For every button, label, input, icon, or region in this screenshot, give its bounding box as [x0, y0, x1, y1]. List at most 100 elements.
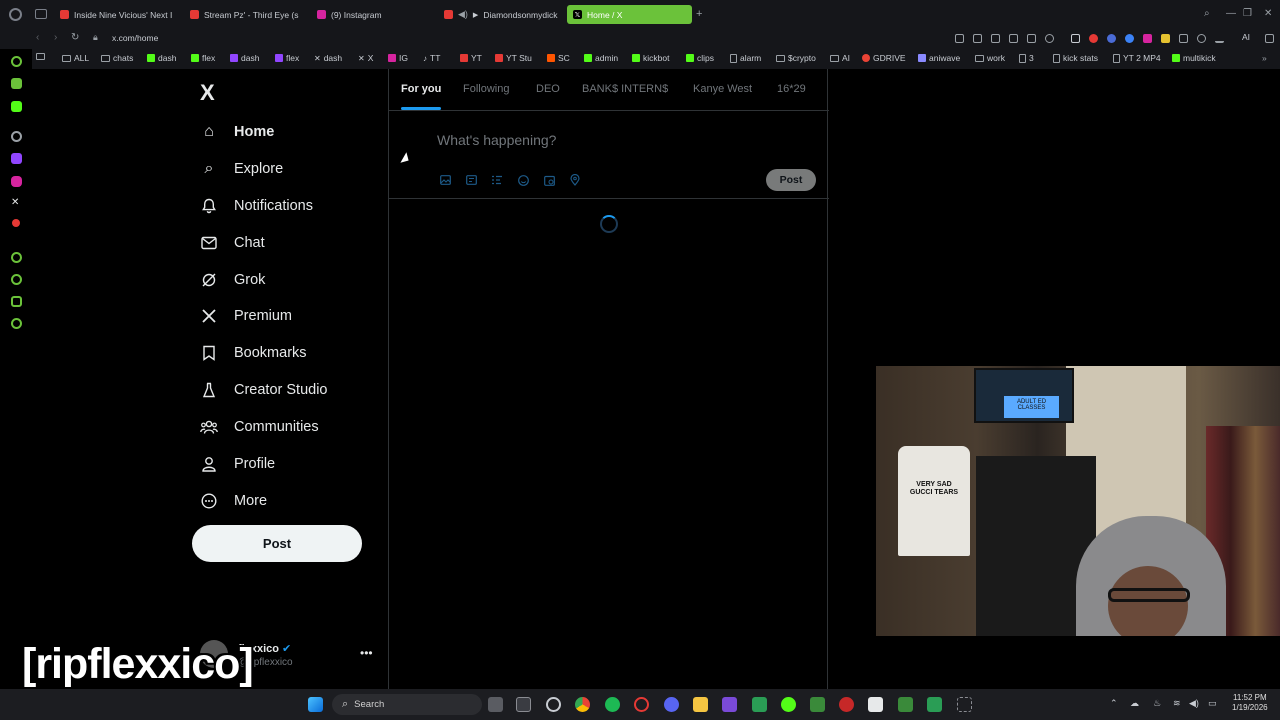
gx-control-icon[interactable] [11, 56, 22, 67]
nav-premium[interactable]: Premium [198, 305, 292, 327]
tab-16-29[interactable]: 16*29 [777, 83, 806, 95]
forward-icon[interactable]: › [54, 32, 57, 43]
x-icon[interactable]: ✕ [11, 197, 22, 208]
spotify-icon[interactable] [605, 697, 620, 712]
translate-extension-icon[interactable] [1125, 34, 1134, 43]
app-icon[interactable] [781, 697, 796, 712]
chrome-icon[interactable] [575, 697, 590, 712]
nav-home[interactable]: ⌂ Home [198, 121, 274, 143]
lock-icon[interactable]: 🔒︎ [93, 32, 98, 43]
bookmark-dash-x[interactable]: ✕ dash [314, 53, 342, 63]
capcut-icon[interactable] [868, 697, 883, 712]
url-field[interactable]: x.com/home [112, 33, 158, 43]
maximize-icon[interactable]: ❐ [1243, 8, 1252, 19]
bookmark-dash-kick[interactable]: dash [147, 53, 176, 63]
menu-icon[interactable] [1265, 34, 1274, 43]
bookmark-kickbot[interactable]: kickbot [632, 53, 669, 63]
audio-extension-icon[interactable] [1107, 34, 1116, 43]
heart-icon[interactable] [1045, 34, 1054, 43]
instagram-icon[interactable] [11, 176, 22, 187]
nav-chat[interactable]: Chat [198, 232, 265, 254]
record-icon[interactable] [12, 219, 20, 227]
bookmark-ig[interactable]: IG [388, 53, 408, 63]
cloud-icon[interactable]: ☁ [1130, 698, 1139, 709]
bookmark-alarm[interactable]: alarm [730, 53, 761, 63]
minimize-icon[interactable]: — [1226, 8, 1236, 19]
bookmark-flex-kick[interactable]: flex [191, 53, 215, 63]
bookmark-sc[interactable]: SC [547, 53, 570, 63]
app-icon[interactable] [957, 697, 972, 712]
bookmark-chats[interactable]: chats [101, 53, 133, 63]
bookmark-x[interactable]: ✕ X [358, 53, 373, 63]
color-extension-icon[interactable] [1143, 34, 1152, 43]
image-icon[interactable] [438, 173, 452, 187]
betterttv-extension-icon[interactable] [1161, 34, 1170, 43]
wifi-icon[interactable]: ≋ [1173, 698, 1181, 709]
crop-icon[interactable] [991, 34, 1000, 43]
gif-icon[interactable] [464, 173, 478, 187]
tab-deo[interactable]: DEO [536, 83, 560, 95]
nav-more[interactable]: More [198, 490, 267, 512]
settings-icon[interactable] [11, 318, 22, 329]
bookmark-clips[interactable]: clips [686, 53, 714, 63]
bookmark-3[interactable]: 3 [1019, 53, 1034, 63]
bookmark-page[interactable] [36, 53, 45, 60]
bookmark-aniwave[interactable]: aniwave [918, 53, 960, 63]
chatgpt-icon[interactable] [11, 131, 22, 142]
twitch-icon[interactable] [11, 153, 22, 164]
zoom-icon[interactable] [955, 34, 964, 43]
poll-icon[interactable] [490, 173, 504, 187]
bookmark-work[interactable]: work [975, 53, 1005, 63]
kick-icon[interactable] [11, 101, 22, 112]
battery-icon[interactable]: ▭ [1208, 698, 1217, 709]
nav-explore[interactable]: ⌕ Explore [198, 158, 284, 180]
send-icon[interactable] [1027, 34, 1036, 43]
download-icon[interactable] [1215, 34, 1224, 43]
nav-creator-studio[interactable]: Creator Studio [198, 379, 328, 401]
app-icon[interactable] [722, 697, 737, 712]
more-options-icon[interactable]: ••• [360, 646, 373, 660]
bookmark-ai[interactable]: AI [830, 53, 850, 63]
tab-for-you[interactable]: For you [401, 83, 442, 110]
discord-icon[interactable] [664, 697, 679, 712]
tab-stream-pz[interactable]: Stream Pz' - Third Eye (s [184, 5, 304, 24]
taskbar-search[interactable]: ⌕ Search [332, 694, 482, 715]
nav-profile[interactable]: Profile [198, 453, 275, 475]
compose-post-button[interactable]: Post [766, 169, 816, 191]
bookmark-crypto[interactable]: $crypto [776, 53, 816, 63]
file-explorer-icon[interactable] [693, 697, 708, 712]
workspaces-icon[interactable] [35, 9, 47, 19]
emoji-icon[interactable] [516, 173, 530, 187]
clock[interactable]: 11:52 PM 1/19/2026 [1232, 693, 1268, 714]
opera-gx-icon[interactable] [634, 697, 649, 712]
bookmark-all[interactable]: ALL [62, 53, 89, 63]
chevron-up-icon[interactable]: ⌃ [1110, 698, 1118, 709]
bookmark-kick-stats[interactable]: kick stats [1053, 53, 1098, 63]
new-tab-button[interactable]: + [696, 8, 702, 20]
app-icon[interactable] [810, 697, 825, 712]
nav-communities[interactable]: Communities [198, 416, 319, 438]
tab-diamondsonmydick[interactable]: ◀) ▶ Diamondsonmydick [438, 5, 560, 24]
reload-icon[interactable]: ↻ [71, 32, 79, 43]
bookmark-yt2mp4[interactable]: YT 2 MP4 [1113, 53, 1161, 63]
tab-bank-interns[interactable]: BANK$ INTERN$ [582, 83, 668, 95]
bookmark-yt[interactable]: YT [460, 53, 482, 63]
schedule-icon[interactable] [542, 173, 556, 187]
sidebar-toggle-icon[interactable] [1071, 34, 1080, 43]
tab-instagram[interactable]: (9) Instagram [311, 5, 431, 24]
capture-app-icon[interactable] [516, 697, 531, 712]
chatgpt-icon[interactable] [546, 697, 561, 712]
shield-icon[interactable] [1009, 34, 1018, 43]
ai-button[interactable]: AI [1242, 32, 1250, 42]
bookmarks-overflow-icon[interactable]: » [1262, 53, 1267, 63]
microphone-icon[interactable]: ♨ [1153, 698, 1161, 709]
opera-gx-icon[interactable] [9, 8, 22, 21]
bookmark-gdrive[interactable]: GDRIVE [862, 53, 906, 63]
task-view-icon[interactable] [488, 697, 503, 712]
close-icon[interactable]: ✕ [1264, 8, 1272, 19]
bookmark-admin[interactable]: admin [584, 53, 618, 63]
app-icon[interactable] [898, 697, 913, 712]
tab-home-x[interactable]: 𝕏 Home / X [567, 5, 692, 24]
snapshot-icon[interactable] [973, 34, 982, 43]
nav-bookmarks[interactable]: Bookmarks [198, 342, 307, 364]
